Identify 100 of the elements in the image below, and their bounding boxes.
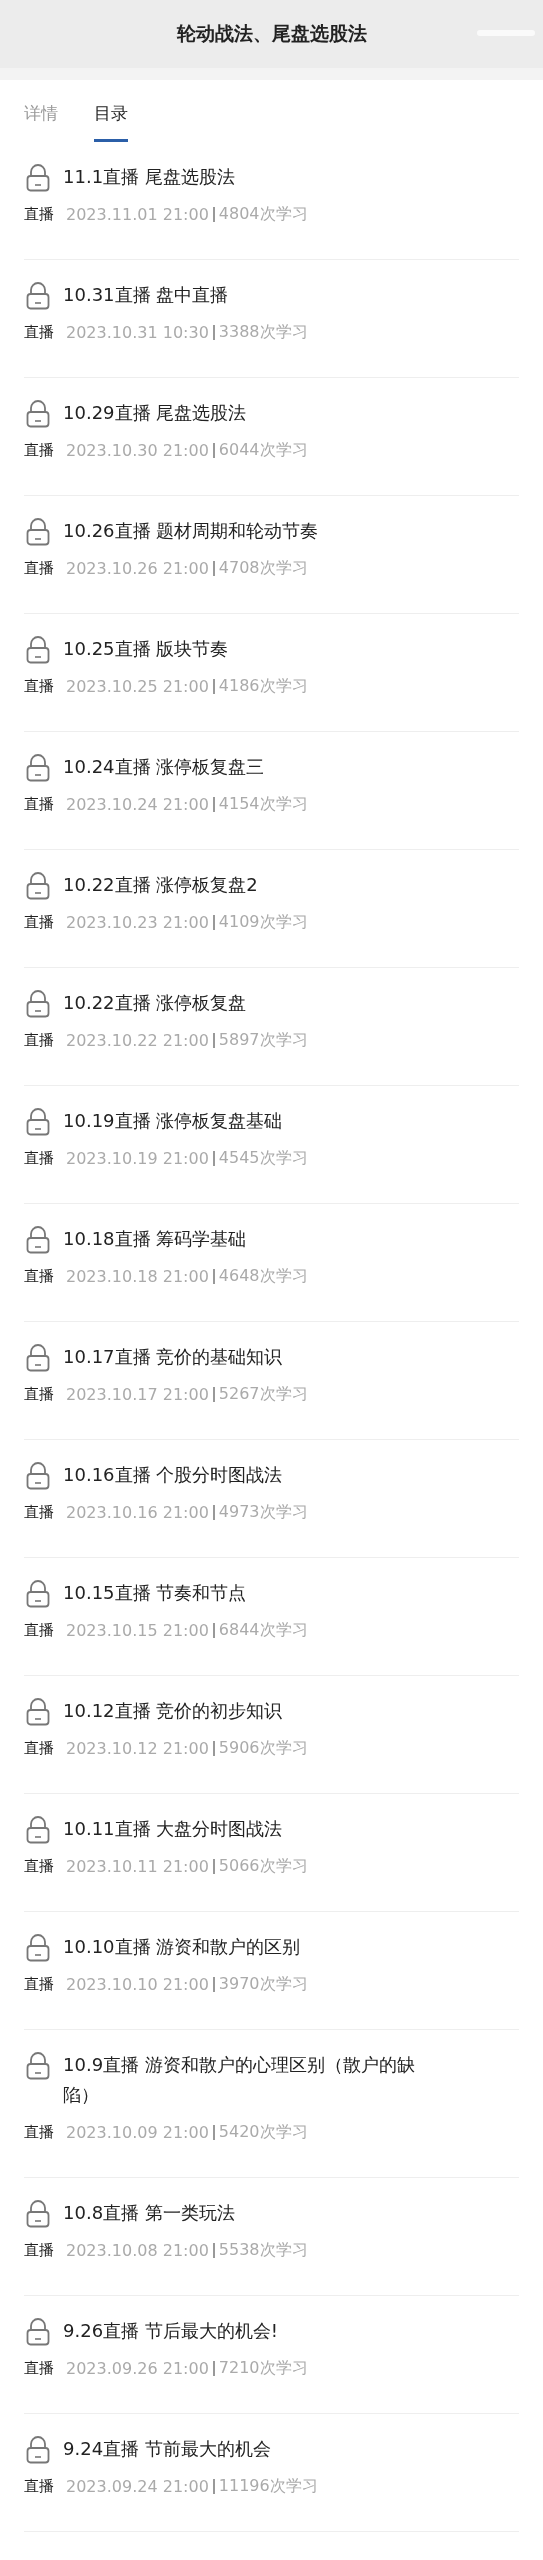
lesson-type: 直播 bbox=[24, 795, 54, 814]
lesson-type: 直播 bbox=[24, 1857, 54, 1876]
lesson-type: 直播 bbox=[24, 1503, 54, 1522]
lesson-type: 直播 bbox=[24, 1385, 54, 1404]
view-count: 5538次学习 bbox=[218, 2240, 308, 2261]
view-count: 7210次学习 bbox=[218, 2358, 308, 2379]
lesson-time: 2023.10.12 21:00 bbox=[66, 1739, 209, 1758]
lesson-type: 直播 bbox=[24, 323, 54, 342]
view-count: 4186次学习 bbox=[218, 676, 308, 697]
lesson-time: 2023.10.24 21:00 bbox=[66, 795, 209, 814]
lesson-type: 直播 bbox=[24, 1149, 54, 1168]
lesson-type: 直播 bbox=[24, 2123, 54, 2142]
lesson-item[interactable]: 10.26直播 题材周期和轮动节奏 直播 2023.10.26 21:00 4708次学习 bbox=[24, 496, 519, 614]
view-count: 4973次学习 bbox=[218, 1502, 308, 1523]
lesson-time: 2023.10.26 21:00 bbox=[66, 559, 209, 578]
view-count: 3970次学习 bbox=[218, 1974, 308, 1995]
lesson-item[interactable]: 10.12直播 竞价的初步知识 直播 2023.10.12 21:00 5906次学习 bbox=[24, 1676, 519, 1794]
lesson-item[interactable]: 9.26直播 节后最大的机会! 直播 2023.09.26 21:00 7210次学习 bbox=[24, 2296, 519, 2414]
lesson-title: 10.9直播 游资和散户的心理区别（散户的缺陷） bbox=[63, 2053, 416, 2107]
lesson-item[interactable]: 10.11直播 大盘分时图战法 直播 2023.10.11 21:00 5066次学习 bbox=[24, 1794, 519, 1912]
lesson-item[interactable]: 11.1直播 尾盘选股法 直播 2023.11.01 21:00 4804次学习 bbox=[24, 142, 519, 260]
view-count: 4109次学习 bbox=[218, 912, 308, 933]
view-count: 5906次学习 bbox=[218, 1738, 308, 1759]
lesson-type: 直播 bbox=[24, 1031, 54, 1050]
lesson-item[interactable]: 10.8直播 第一类玩法 直播 2023.10.08 21:00 5538次学习 bbox=[24, 2178, 519, 2296]
lesson-type: 直播 bbox=[24, 559, 54, 578]
lesson-time: 2023.10.17 21:00 bbox=[66, 1385, 209, 1404]
lesson-title: 10.12直播 竞价的初步知识 bbox=[63, 1699, 283, 1723]
lesson-title: 9.24直播 节前最大的机会 bbox=[63, 2437, 271, 2461]
lesson-item[interactable]: 9.24直播 节前最大的机会 直播 2023.09.24 21:00 11196次学习 bbox=[24, 2414, 519, 2532]
lesson-item[interactable]: 10.19直播 涨停板复盘基础 直播 2023.10.19 21:00 4545次学习 bbox=[24, 1086, 519, 1204]
view-count: 6044次学习 bbox=[218, 440, 308, 461]
lesson-title: 10.25直播 版块节奏 bbox=[63, 637, 229, 661]
lesson-title: 10.8直播 第一类玩法 bbox=[63, 2201, 235, 2225]
lesson-time: 2023.11.01 21:00 bbox=[66, 205, 209, 224]
lesson-item[interactable]: 10.22直播 涨停板复盘 直播 2023.10.22 21:00 5897次学习 bbox=[24, 968, 519, 1086]
lesson-item[interactable]: 10.29直播 尾盘选股法 直播 2023.10.30 21:00 6044次学习 bbox=[24, 378, 519, 496]
lesson-time: 2023.10.22 21:00 bbox=[66, 1031, 209, 1050]
lesson-item[interactable]: 10.25直播 版块节奏 直播 2023.10.25 21:00 4186次学习 bbox=[24, 614, 519, 732]
view-count: 4545次学习 bbox=[218, 1148, 308, 1169]
tab[interactable]: 目录 bbox=[94, 102, 128, 142]
lesson-type: 直播 bbox=[24, 677, 54, 696]
lesson-type: 直播 bbox=[24, 205, 54, 224]
lesson-time: 2023.10.23 21:00 bbox=[66, 913, 209, 932]
lesson-title: 10.16直播 个股分时图战法 bbox=[63, 1463, 283, 1487]
lesson-type: 直播 bbox=[24, 1621, 54, 1640]
lesson-title: 10.24直播 涨停板复盘三 bbox=[63, 755, 265, 779]
lesson-time: 2023.10.31 10:30 bbox=[66, 323, 209, 342]
lesson-title: 10.31直播 盘中直播 bbox=[63, 283, 229, 307]
lesson-item[interactable]: 10.24直播 涨停板复盘三 直播 2023.10.24 21:00 4154次学习 bbox=[24, 732, 519, 850]
lesson-type: 直播 bbox=[24, 2477, 54, 2496]
lesson-title: 9.26直播 节后最大的机会! bbox=[63, 2319, 278, 2343]
lesson-type: 直播 bbox=[24, 1975, 54, 1994]
lesson-title: 10.22直播 涨停板复盘 bbox=[63, 991, 247, 1015]
view-count: 6844次学习 bbox=[218, 1620, 308, 1641]
lesson-time: 2023.10.19 21:00 bbox=[66, 1149, 209, 1168]
lesson-time: 2023.10.18 21:00 bbox=[66, 1267, 209, 1286]
lesson-time: 2023.10.25 21:00 bbox=[66, 677, 209, 696]
lesson-time: 2023.09.24 21:00 bbox=[66, 2477, 209, 2496]
view-count: 4154次学习 bbox=[218, 794, 308, 815]
page-title: 轮动战法、尾盘选股法 bbox=[176, 21, 367, 46]
view-count: 11196次学习 bbox=[218, 2476, 318, 2497]
lesson-item[interactable]: 10.15直播 节奏和节点 直播 2023.10.15 21:00 6844次学习 bbox=[24, 1558, 519, 1676]
lesson-item[interactable]: 10.10直播 游资和散户的区别 直播 2023.10.10 21:00 3970次学习 bbox=[24, 1912, 519, 2030]
lesson-item[interactable]: 10.9直播 游资和散户的心理区别（散户的缺陷） 直播 2023.10.09 21:00 5420次学习 bbox=[24, 2030, 519, 2178]
lesson-time: 2023.09.26 21:00 bbox=[66, 2359, 209, 2378]
lesson-time: 2023.10.11 21:00 bbox=[66, 1857, 209, 1876]
lesson-item[interactable]: 10.31直播 盘中直播 直播 2023.10.31 10:30 3388次学习 bbox=[24, 260, 519, 378]
lesson-type: 直播 bbox=[24, 2241, 54, 2260]
lesson-item[interactable]: 10.17直播 竞价的基础知识 直播 2023.10.17 21:00 5267次学习 bbox=[24, 1322, 519, 1440]
lesson-time: 2023.10.16 21:00 bbox=[66, 1503, 209, 1522]
view-count: 5267次学习 bbox=[218, 1384, 308, 1405]
view-count: 5066次学习 bbox=[218, 1856, 308, 1877]
view-count: 4708次学习 bbox=[218, 558, 308, 579]
lesson-type: 直播 bbox=[24, 441, 54, 460]
view-count: 4804次学习 bbox=[218, 204, 308, 225]
lesson-title: 10.11直播 大盘分时图战法 bbox=[63, 1817, 283, 1841]
view-count: 4648次学习 bbox=[218, 1266, 308, 1287]
lesson-type: 直播 bbox=[24, 913, 54, 932]
lesson-item[interactable]: 10.18直播 筹码学基础 直播 2023.10.18 21:00 4648次学习 bbox=[24, 1204, 519, 1322]
view-count: 5897次学习 bbox=[218, 1030, 308, 1051]
lesson-time: 2023.10.09 21:00 bbox=[66, 2123, 209, 2142]
lesson-title: 11.1直播 尾盘选股法 bbox=[63, 165, 235, 189]
lesson-type: 直播 bbox=[24, 2359, 54, 2378]
lesson-time: 2023.10.08 21:00 bbox=[66, 2241, 209, 2260]
lesson-title: 10.17直播 竞价的基础知识 bbox=[63, 1345, 283, 1369]
lesson-time: 2023.10.30 21:00 bbox=[66, 441, 209, 460]
lesson-time: 2023.10.10 21:00 bbox=[66, 1975, 209, 1994]
lesson-item[interactable]: 10.22直播 涨停板复盘2 直播 2023.10.23 21:00 4109次学习 bbox=[24, 850, 519, 968]
lesson-type: 直播 bbox=[24, 1267, 54, 1286]
view-count: 3388次学习 bbox=[218, 322, 308, 343]
lesson-type: 直播 bbox=[24, 1739, 54, 1758]
view-count: 5420次学习 bbox=[218, 2122, 308, 2143]
lesson-title: 10.15直播 节奏和节点 bbox=[63, 1581, 247, 1605]
lesson-title: 10.22直播 涨停板复盘2 bbox=[63, 873, 258, 897]
lesson-title: 10.29直播 尾盘选股法 bbox=[63, 401, 247, 425]
lesson-item[interactable]: 10.16直播 个股分时图战法 直播 2023.10.16 21:00 4973次学习 bbox=[24, 1440, 519, 1558]
lesson-time: 2023.10.15 21:00 bbox=[66, 1621, 209, 1640]
lesson-title: 10.10直播 游资和散户的区别 bbox=[63, 1935, 301, 1959]
lesson-title: 10.26直播 题材周期和轮动节奏 bbox=[63, 519, 319, 543]
